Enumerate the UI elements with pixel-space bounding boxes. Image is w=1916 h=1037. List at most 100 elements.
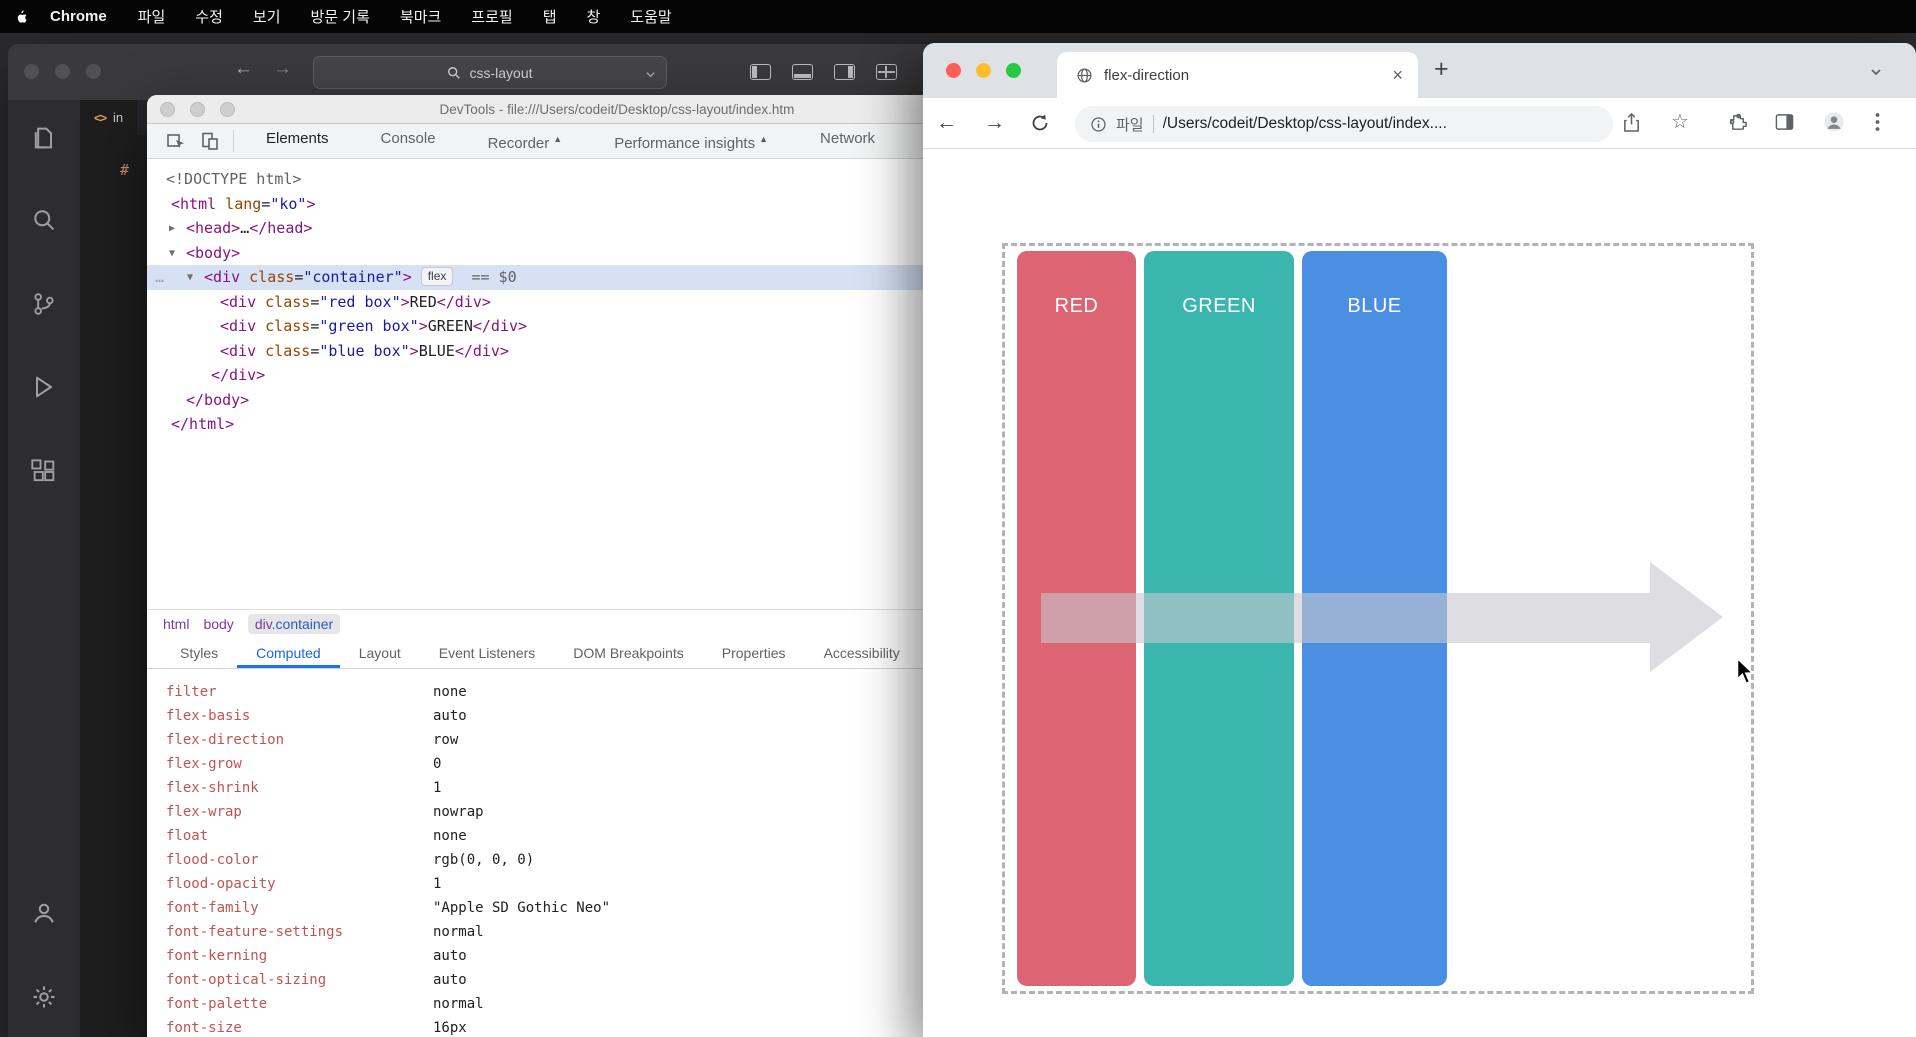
vscode-layout-controls <box>750 64 897 80</box>
close-window-icon[interactable] <box>946 63 961 78</box>
expand-arrow-open-icon[interactable]: ▼ <box>169 242 186 267</box>
zoom-window-icon[interactable] <box>86 64 101 79</box>
minimize-window-icon[interactable] <box>190 102 205 117</box>
side-panel-icon[interactable] <box>1775 113 1794 137</box>
customize-layout-icon[interactable] <box>876 64 897 80</box>
zoom-window-icon[interactable] <box>1006 63 1021 78</box>
forward-icon[interactable]: → <box>273 58 292 80</box>
vscode-activity-bar <box>8 100 80 1037</box>
explorer-icon[interactable] <box>30 124 58 152</box>
close-tab-icon[interactable]: × <box>1392 66 1403 84</box>
mouse-cursor <box>1736 657 1758 692</box>
zoom-window-icon[interactable] <box>220 102 235 117</box>
account-icon[interactable] <box>30 899 58 927</box>
subtab-dom-breakpoints[interactable]: DOM Breakpoints <box>554 638 702 668</box>
subtab-properties[interactable]: Properties <box>703 638 805 668</box>
subtab-styles[interactable]: Styles <box>161 638 237 668</box>
subtab-event-listeners[interactable]: Event Listeners <box>420 638 555 668</box>
back-icon[interactable]: ← <box>936 111 957 135</box>
chrome-tabstrip: flex-direction × + <box>923 43 1916 98</box>
command-center-text: css-layout <box>469 65 532 81</box>
menu-item[interactable]: 파일 <box>123 6 181 27</box>
menu-item[interactable]: 창 <box>572 6 616 27</box>
chrome-navbar: ← → 파일 /Users/codeit/Desktop/css-layout/… <box>923 98 1916 149</box>
inspect-element-icon[interactable] <box>159 128 193 154</box>
breadcrumb-item[interactable]: body <box>203 616 233 632</box>
devtools-tab-performance-insights[interactable]: Performance insights▲ <box>588 122 794 161</box>
toggle-sidebar-icon[interactable] <box>750 64 771 80</box>
subtab-accessibility[interactable]: Accessibility <box>805 638 919 668</box>
toggle-panel-icon[interactable] <box>792 64 813 80</box>
extensions-icon[interactable] <box>30 458 58 486</box>
globe-icon <box>1076 67 1093 84</box>
subtab-layout[interactable]: Layout <box>340 638 420 668</box>
warning-icon: ▲ <box>759 134 768 144</box>
vscode-traffic-lights[interactable] <box>24 64 101 79</box>
close-window-icon[interactable] <box>24 64 39 79</box>
menu-item[interactable]: 탭 <box>528 6 572 27</box>
tab-list-chevron-icon[interactable] <box>1869 65 1883 83</box>
run-debug-icon[interactable] <box>30 373 58 401</box>
flex-direction-arrow <box>923 150 1916 1037</box>
address-bar[interactable]: 파일 /Users/codeit/Desktop/css-layout/inde… <box>1075 106 1613 142</box>
new-tab-icon[interactable]: + <box>1434 55 1449 84</box>
devtools-tab-recorder[interactable]: Recorder▲ <box>462 122 589 161</box>
breadcrumb-item[interactable]: div.container <box>248 614 340 634</box>
close-window-icon[interactable] <box>160 102 175 117</box>
menubar-items: Chrome파일수정보기방문 기록북마크프로필탭창도움말 <box>38 6 687 27</box>
toggle-secondary-sidebar-icon[interactable] <box>834 64 855 80</box>
menu-item[interactable]: 도움말 <box>615 6 686 27</box>
extensions-puzzle-icon[interactable] <box>1729 113 1748 138</box>
vscode-command-center[interactable]: css-layout <box>313 56 667 89</box>
search-icon[interactable] <box>30 206 58 234</box>
share-icon[interactable] <box>1622 112 1641 139</box>
desktop: { "menubar": { "items": ["Chrome", "파일",… <box>0 0 1916 1037</box>
url-text: /Users/codeit/Desktop/css-layout/index..… <box>1163 115 1447 133</box>
forward-icon[interactable]: → <box>984 111 1005 135</box>
breadcrumb-item[interactable]: html <box>163 616 189 632</box>
toolbar-divider <box>233 130 234 152</box>
bookmark-star-icon[interactable]: ☆ <box>1671 110 1689 134</box>
minimize-window-icon[interactable] <box>55 64 70 79</box>
more-actions-icon[interactable]: … <box>155 265 162 290</box>
html-file-icon: <> <box>94 111 106 125</box>
vscode-history-nav: ← → <box>234 58 292 80</box>
expand-arrow-open-icon[interactable]: ▼ <box>187 266 204 291</box>
menu-item[interactable]: 프로필 <box>456 6 527 27</box>
minimize-window-icon[interactable] <box>976 63 991 78</box>
devtools-tabs: ElementsConsoleRecorder▲Performance insi… <box>240 122 901 161</box>
overflow-menu-icon[interactable] <box>1875 112 1880 138</box>
menubar: Chrome파일수정보기방문 기록북마크프로필탭창도움말 <box>0 0 1916 33</box>
devtools-tab-network[interactable]: Network <box>794 122 901 161</box>
browser-tab[interactable]: flex-direction × <box>1057 52 1418 98</box>
devtools-window-title: DevTools - file:///Users/codeit/Desktop/… <box>440 102 795 117</box>
source-control-icon[interactable] <box>30 290 58 318</box>
subtab-computed[interactable]: Computed <box>237 638 340 668</box>
tab-title: flex-direction <box>1104 67 1381 84</box>
menu-app-name[interactable]: Chrome <box>38 8 123 25</box>
profile-avatar[interactable] <box>1823 111 1845 139</box>
device-toolbar-icon[interactable] <box>193 128 227 154</box>
devtools-tab-elements[interactable]: Elements <box>240 122 355 161</box>
menu-item[interactable]: 수정 <box>180 6 238 27</box>
flex-badge[interactable]: flex <box>421 267 454 286</box>
apple-menu-icon[interactable] <box>16 7 34 27</box>
omnibox-divider <box>1153 115 1154 133</box>
menu-item[interactable]: 방문 기록 <box>296 6 385 27</box>
url-scheme-label: 파일 <box>1116 114 1144 135</box>
reload-icon[interactable] <box>1030 113 1050 139</box>
expand-arrow-closed-icon[interactable]: ▶ <box>169 217 186 242</box>
menu-item[interactable]: 북마크 <box>385 6 456 27</box>
chevron-down-icon[interactable] <box>645 67 656 83</box>
devtools-tab-console[interactable]: Console <box>355 122 462 161</box>
back-icon[interactable]: ← <box>234 58 253 80</box>
editor-tab[interactable]: <> in <box>80 100 137 135</box>
warning-icon: ▲ <box>553 134 562 144</box>
menu-item[interactable]: 보기 <box>238 6 296 27</box>
settings-gear-icon[interactable] <box>30 983 58 1011</box>
chrome-traffic-lights[interactable] <box>946 63 1021 78</box>
chrome-window: flex-direction × + ← → 파일 /Users/codeit/… <box>923 43 1916 1037</box>
devtools-traffic-lights[interactable] <box>160 102 235 117</box>
page-info-icon[interactable] <box>1090 116 1107 133</box>
page-viewport: REDGREENBLUE <box>923 150 1916 1037</box>
